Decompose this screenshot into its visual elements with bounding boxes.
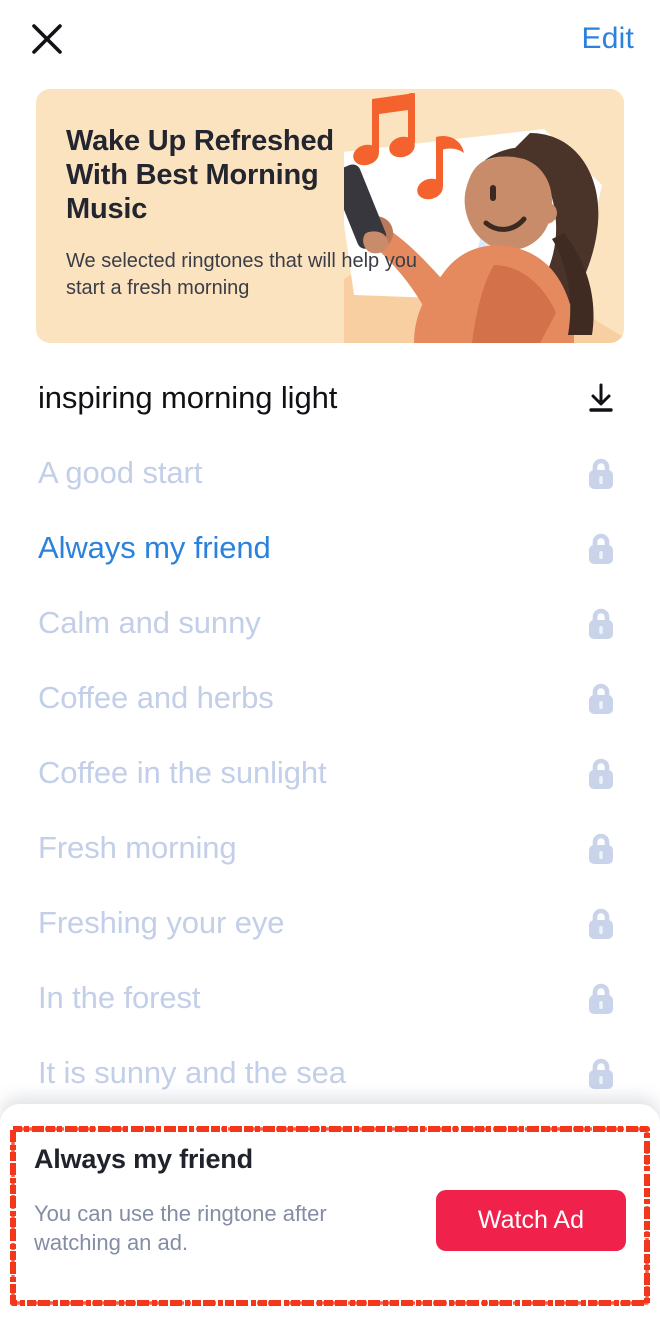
list-item[interactable]: Fresh morning [0, 810, 660, 885]
lock-icon[interactable] [580, 677, 622, 719]
list-item[interactable]: inspiring morning light [0, 360, 660, 435]
list-item[interactable]: In the forest [0, 960, 660, 1035]
list-item[interactable]: Coffee in the sunlight [0, 735, 660, 810]
close-button[interactable] [26, 18, 68, 60]
ringtone-name: Freshing your eye [38, 904, 285, 940]
ringtone-name: A good start [38, 454, 203, 490]
ringtone-name: Coffee in the sunlight [38, 754, 327, 790]
promo-banner[interactable]: Wake Up Refreshed With Best Morning Musi… [36, 89, 624, 343]
ringtone-name: In the forest [38, 979, 201, 1015]
list-item[interactable]: A good start [0, 435, 660, 510]
lock-icon[interactable] [580, 1052, 622, 1094]
edit-button[interactable]: Edit [582, 22, 635, 56]
lock-icon[interactable] [580, 827, 622, 869]
list-item[interactable]: Freshing your eye [0, 885, 660, 960]
lock-icon[interactable] [580, 452, 622, 494]
ringtone-name: Calm and sunny [38, 604, 261, 640]
ringtone-name: Coffee and herbs [38, 679, 274, 715]
list-item[interactable]: It is sunny and the sea [0, 1035, 660, 1110]
lock-icon[interactable] [580, 527, 622, 569]
lock-icon[interactable] [580, 602, 622, 644]
list-item[interactable]: Coffee and herbs [0, 660, 660, 735]
sheet-content: Always my friend You can use the rington… [0, 1104, 660, 1322]
sheet-text-block: Always my friend You can use the rington… [34, 1142, 384, 1257]
ringtone-list: inspiring morning light A good start Alw… [0, 360, 660, 1110]
ringtone-name: inspiring morning light [38, 379, 338, 415]
banner-title: Wake Up Refreshed With Best Morning Musi… [66, 125, 334, 225]
banner-copy: Wake Up Refreshed With Best Morning Musi… [36, 89, 417, 343]
watch-ad-button[interactable]: Watch Ad [435, 1190, 626, 1251]
sheet-title: Always my friend [34, 1144, 253, 1174]
ringtone-name: It is sunny and the sea [38, 1054, 346, 1090]
ringtone-name: Always my friend [38, 529, 271, 565]
banner-subtitle: We selected ringtones that will help you… [66, 249, 417, 299]
list-item[interactable]: Always my friend [0, 510, 660, 585]
ringtone-name: Fresh morning [38, 829, 237, 865]
header-bar: Edit [0, 0, 660, 78]
ad-unlock-sheet: Always my friend You can use the rington… [0, 1104, 660, 1322]
list-item[interactable]: Calm and sunny [0, 585, 660, 660]
lock-icon[interactable] [580, 902, 622, 944]
ringtone-picker-screen: Edit Wake Up Refreshed With Best Morning… [0, 0, 660, 1322]
download-icon[interactable] [580, 377, 622, 419]
lock-icon[interactable] [580, 977, 622, 1019]
sheet-description: You can use the ringtone after watching … [34, 1201, 327, 1256]
lock-icon[interactable] [580, 752, 622, 794]
close-icon [32, 24, 62, 54]
